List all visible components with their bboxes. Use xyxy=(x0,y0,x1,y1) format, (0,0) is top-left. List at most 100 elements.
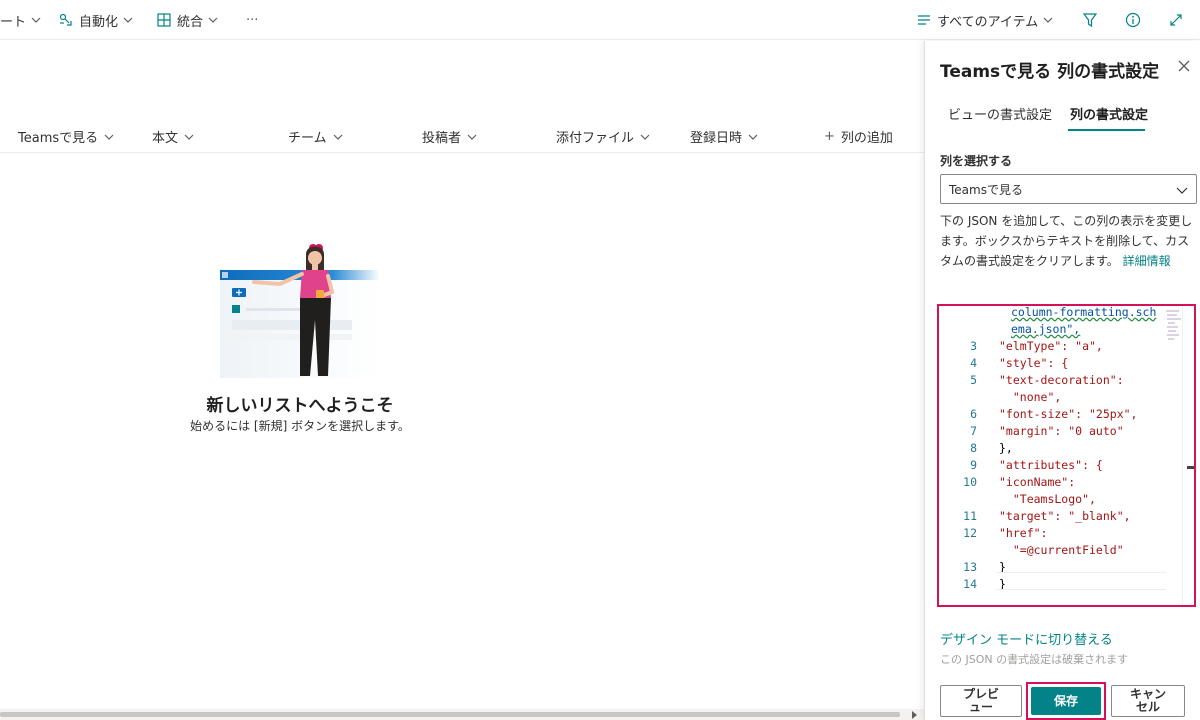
horizontal-scrollbar[interactable] xyxy=(0,709,924,720)
filter-button[interactable] xyxy=(1082,10,1098,30)
json-description: 下の JSON を追加して、この列の表示を変更します。ボックスからテキストを削除… xyxy=(940,211,1198,271)
plus-icon: + xyxy=(824,129,835,144)
chevron-down-icon xyxy=(104,132,114,142)
chevron-down-icon xyxy=(333,132,343,142)
code-line: "elmType": "a", xyxy=(999,339,1103,353)
json-code-editor[interactable]: column-formatting.sch ema.json", 3 "elmType… xyxy=(937,304,1196,607)
tab-view-format[interactable]: ビューの書式設定 xyxy=(948,104,1052,123)
expand-button[interactable] xyxy=(1168,10,1184,30)
empty-state-subtitle: 始めるには [新規] ボタンを選択します。 xyxy=(190,419,410,433)
code-line: "attributes": { xyxy=(999,458,1103,472)
format-column-panel: Teamsで見る 列の書式設定 ビューの書式設定 列の書式設定 列を選択する T… xyxy=(924,41,1200,720)
current-line-highlight xyxy=(996,572,1166,590)
design-mode-note: この JSON の書式設定は破棄されます xyxy=(940,653,1129,666)
line-number: 14 xyxy=(963,577,977,591)
code-line: "TeamsLogo", xyxy=(999,492,1096,506)
select-column-label: 列を選択する xyxy=(940,154,1013,168)
code-line: column-formatting.sch xyxy=(1011,305,1157,319)
add-column-label: 列の追加 xyxy=(840,131,893,146)
line-number: 13 xyxy=(963,560,977,574)
integrate-button[interactable]: 統合 xyxy=(156,10,218,30)
tab-column-format[interactable]: 列の書式設定 xyxy=(1070,104,1148,123)
automate-icon xyxy=(58,12,74,28)
view-selector-label: すべてのアイテム xyxy=(937,14,1039,30)
code-line: "margin": "0 auto" xyxy=(999,424,1124,438)
chevron-down-icon xyxy=(184,132,194,142)
add-column-button[interactable]: + 列の追加 xyxy=(824,127,893,146)
partial-item-label: ート xyxy=(0,14,27,30)
code-line: }, xyxy=(999,441,1013,455)
column-header-label: 登録日時 xyxy=(690,131,743,146)
chevron-down-icon xyxy=(467,132,477,142)
editor-minimap[interactable] xyxy=(1165,308,1183,342)
view-selector[interactable]: すべてのアイテム xyxy=(916,10,1053,30)
code-line: "href": xyxy=(999,526,1048,540)
column-header-body[interactable]: 本文 xyxy=(152,127,194,146)
editor-scroll-position[interactable] xyxy=(1187,466,1194,469)
automate-label: 自動化 xyxy=(79,14,119,30)
info-icon xyxy=(1125,12,1141,28)
chevron-down-icon xyxy=(123,15,133,25)
empty-state-title: 新しいリストへようこそ xyxy=(206,396,394,416)
more-commands-button[interactable]: ··· xyxy=(246,10,258,30)
command-partial-item[interactable]: ート xyxy=(0,10,41,30)
chevron-down-icon xyxy=(1176,184,1188,198)
column-header-label: Teamsで見る xyxy=(18,131,99,146)
automate-button[interactable]: 自動化 xyxy=(58,10,133,30)
active-tab-indicator xyxy=(1068,129,1145,131)
cancel-label: キャンセル xyxy=(1129,687,1166,714)
cancel-button[interactable]: キャンセル xyxy=(1111,685,1185,717)
view-list-icon xyxy=(916,12,932,28)
close-icon[interactable] xyxy=(1177,59,1191,73)
scrollbar-thumb[interactable] xyxy=(0,712,900,717)
integrate-icon xyxy=(156,12,172,28)
column-header-team[interactable]: チーム xyxy=(288,127,343,146)
editor-scrollbar[interactable] xyxy=(1182,306,1194,605)
empty-list-illustration xyxy=(210,238,385,378)
column-select-dropdown[interactable]: Teamsで見る xyxy=(940,174,1197,204)
code-line: "text-decoration": xyxy=(999,373,1124,387)
code-line: ema.json", xyxy=(1011,322,1081,336)
switch-to-design-mode-link[interactable]: デザイン モードに切り替える xyxy=(940,629,1113,648)
line-number: 10 xyxy=(963,475,977,489)
command-bar: ート 自動化 統合 ··· すべてのアイテム xyxy=(0,0,1200,40)
chevron-down-icon xyxy=(1043,15,1053,25)
panel-title: Teamsで見る 列の書式設定 xyxy=(940,62,1160,82)
line-number: 11 xyxy=(963,509,977,523)
code-line: "target": "_blank", xyxy=(999,509,1131,523)
save-button[interactable]: 保存 xyxy=(1031,687,1101,715)
line-number: 9 xyxy=(970,458,977,472)
line-number: 3 xyxy=(970,339,977,353)
line-number: 4 xyxy=(970,356,977,370)
scroll-right-arrow-icon[interactable] xyxy=(912,711,917,719)
expand-icon xyxy=(1168,12,1184,28)
column-header-label: 投稿者 xyxy=(422,131,462,146)
list-view: Teamsで見る 本文 チーム 投稿者 添付ファイル 登録日時 + 列の追加 新… xyxy=(0,41,924,720)
save-button-highlight: 保存 xyxy=(1026,682,1106,720)
selected-column-value: Teamsで見る xyxy=(949,183,1023,197)
learn-more-link[interactable]: 詳細情報 xyxy=(1123,254,1171,268)
column-header-row: Teamsで見る 本文 チーム 投稿者 添付ファイル 登録日時 + 列の追加 xyxy=(0,117,924,153)
code-line: "iconName": xyxy=(999,475,1076,489)
column-header-teams[interactable]: Teamsで見る xyxy=(18,127,114,146)
preview-button[interactable]: プレビュー xyxy=(940,685,1022,717)
info-button[interactable] xyxy=(1125,10,1141,30)
integrate-label: 統合 xyxy=(177,14,204,30)
line-number: 6 xyxy=(970,407,977,421)
column-header-attachments[interactable]: 添付ファイル xyxy=(556,127,650,146)
column-header-author[interactable]: 投稿者 xyxy=(422,127,477,146)
chevron-down-icon xyxy=(208,15,218,25)
filter-icon xyxy=(1082,12,1098,28)
line-number: 5 xyxy=(970,373,977,387)
line-number: 12 xyxy=(963,526,977,540)
chevron-down-icon xyxy=(31,15,41,25)
code-line: "none", xyxy=(999,390,1062,404)
column-header-label: チーム xyxy=(288,131,327,146)
editor-change-marker xyxy=(1195,336,1196,376)
save-label: 保存 xyxy=(1053,693,1078,708)
preview-label: プレビュー xyxy=(962,687,999,714)
line-number: 8 xyxy=(970,441,977,455)
column-header-created[interactable]: 登録日時 xyxy=(690,127,758,146)
code-line: "font-size": "25px", xyxy=(999,407,1138,421)
line-number: 7 xyxy=(970,424,977,438)
